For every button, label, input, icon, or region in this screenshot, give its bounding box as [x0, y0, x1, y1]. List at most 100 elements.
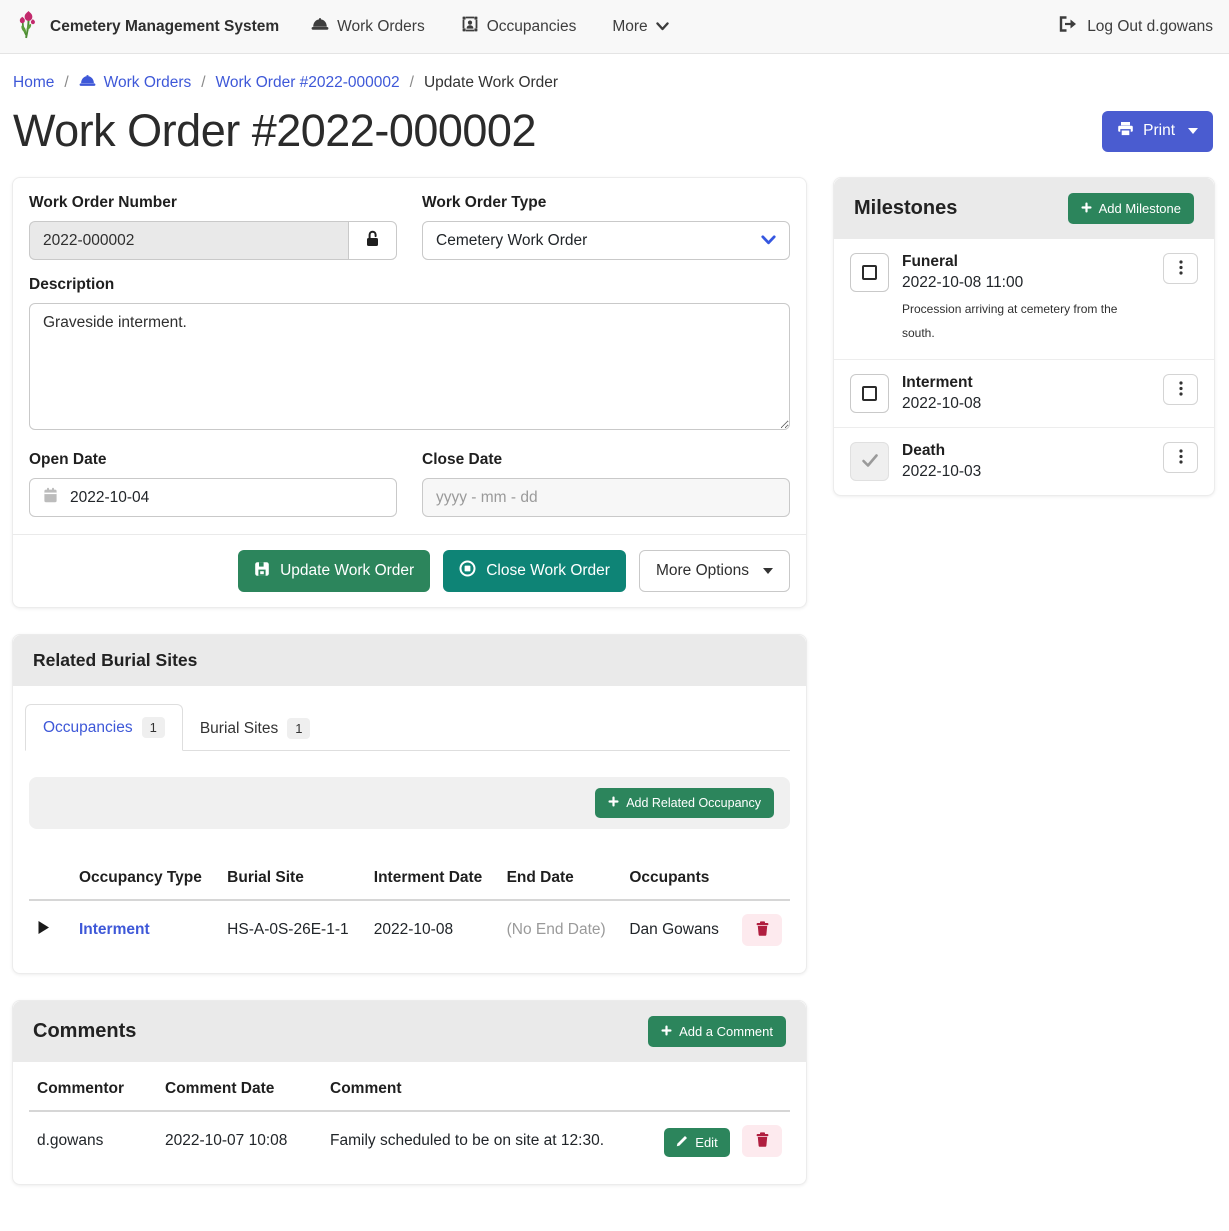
update-work-order-button[interactable]: Update Work Order: [238, 550, 430, 592]
add-comment-button[interactable]: Add a Comment: [648, 1016, 786, 1047]
kebab-icon: [1179, 449, 1183, 467]
description-textarea[interactable]: Graveside interment.: [29, 303, 790, 430]
calendar-icon: [43, 487, 58, 508]
print-label: Print: [1143, 122, 1175, 140]
related-burial-sites-card: Related Burial Sites Occupancies 1 Buria…: [12, 634, 807, 974]
checkbox-empty-icon: [862, 265, 877, 280]
add-milestone-button[interactable]: Add Milestone: [1068, 193, 1194, 224]
comments-card: Comments Add a Comment Commentor Comment…: [12, 1000, 807, 1185]
occupancies-table: Occupancy Type Burial Site Interment Dat…: [29, 857, 790, 959]
work-order-number-label: Work Order Number: [29, 194, 397, 212]
plus-icon: [608, 796, 619, 810]
milestone-item-interment: Interment 2022-10-08: [834, 360, 1214, 428]
occupants-value: Dan Gowans: [621, 900, 734, 959]
nav-more-label: More: [612, 18, 647, 36]
table-row: Interment HS-A-0S-26E-1-1 2022-10-08 (No…: [29, 900, 790, 959]
breadcrumb: Home / Work Orders / Work Order #2022-00…: [0, 54, 1229, 93]
trash-icon: [756, 1132, 769, 1150]
description-field: Description Graveside interment.: [29, 276, 790, 435]
breadcrumb-separator: /: [201, 74, 205, 92]
related-burial-sites-header: Related Burial Sites: [13, 635, 806, 686]
milestone-description: Procession arriving at cemetery from the…: [902, 297, 1127, 345]
nav-occupancies[interactable]: Occupancies: [461, 15, 577, 38]
col-comment: Comment: [322, 1068, 635, 1111]
open-date-field: Open Date 2022-10-04: [29, 451, 397, 517]
portrait-icon: [461, 15, 479, 38]
expand-column-header: [29, 857, 71, 900]
occupancy-link[interactable]: Interment: [79, 921, 150, 938]
work-order-number-input[interactable]: 2022-000002: [29, 221, 348, 260]
milestone-checkbox[interactable]: [850, 253, 889, 292]
description-label: Description: [29, 276, 790, 294]
nav-work-orders-label: Work Orders: [337, 18, 425, 36]
col-comment-date: Comment Date: [157, 1068, 322, 1111]
edit-comment-button[interactable]: Edit: [664, 1128, 729, 1157]
nav-more[interactable]: More: [612, 18, 668, 36]
trash-icon: [756, 921, 769, 939]
page-header: Work Order #2022-000002 Print: [0, 93, 1229, 177]
col-burial-site: Burial Site: [219, 857, 366, 900]
save-icon: [254, 561, 270, 582]
kebab-icon: [1179, 260, 1183, 278]
printer-icon: [1117, 121, 1134, 142]
form-footer: Update Work Order Close Work Order More …: [13, 534, 806, 607]
milestone-title: Funeral: [902, 253, 1150, 271]
milestone-checkbox[interactable]: [850, 374, 889, 413]
milestone-item-death: Death 2022-10-03: [834, 428, 1214, 495]
close-work-order-button[interactable]: Close Work Order: [443, 550, 626, 592]
logout-button[interactable]: Log Out d.gowans: [1059, 16, 1213, 37]
col-interment-date: Interment Date: [366, 857, 499, 900]
page: Cemetery Management System Work Orders: [0, 0, 1229, 1231]
delete-occupancy-button[interactable]: [742, 914, 782, 946]
col-occupants: Occupants: [621, 857, 734, 900]
breadcrumb-work-order-number[interactable]: Work Order #2022-000002: [216, 74, 400, 92]
add-related-occupancy-button[interactable]: Add Related Occupancy: [595, 788, 774, 818]
add-comment-label: Add a Comment: [679, 1024, 773, 1039]
milestone-menu-button[interactable]: [1163, 374, 1198, 405]
delete-comment-button[interactable]: [742, 1125, 782, 1157]
close-date-input[interactable]: [422, 478, 790, 517]
tab-occupancies[interactable]: Occupancies 1: [25, 704, 183, 751]
milestone-menu-button[interactable]: [1163, 253, 1198, 284]
work-order-type-label: Work Order Type: [422, 194, 790, 212]
breadcrumb-home[interactable]: Home: [13, 74, 54, 92]
app-brand[interactable]: Cemetery Management System: [16, 10, 279, 44]
print-button[interactable]: Print: [1102, 111, 1213, 152]
plus-icon: [1081, 201, 1092, 216]
main-column: Work Order Number 2022-000002: [12, 177, 807, 1211]
end-date-value: (No End Date): [499, 900, 622, 959]
milestone-title: Interment: [902, 374, 1150, 392]
breadcrumb-separator: /: [64, 74, 68, 92]
breadcrumb-separator: /: [410, 74, 414, 92]
breadcrumb-work-orders[interactable]: Work Orders: [79, 73, 192, 93]
open-date-value: 2022-10-04: [70, 489, 149, 507]
side-column: Milestones Add Milestone Funeral 2022-10…: [833, 177, 1215, 522]
lock-open-icon: [365, 230, 380, 252]
nav-links: Work Orders Occupancies M: [311, 15, 669, 38]
tab-burial-sites[interactable]: Burial Sites 1: [183, 706, 328, 751]
milestone-checkbox-checked[interactable]: [850, 442, 889, 481]
milestones-card: Milestones Add Milestone Funeral 2022-10…: [833, 177, 1215, 496]
expand-row-icon[interactable]: [37, 922, 50, 939]
burial-sites-count-badge: 1: [287, 718, 310, 739]
related-burial-sites-title: Related Burial Sites: [33, 650, 197, 671]
circle-stop-icon: [459, 560, 476, 582]
chevron-down-icon: [1188, 128, 1198, 134]
nav-work-orders[interactable]: Work Orders: [311, 16, 425, 37]
lock-toggle-button[interactable]: [348, 221, 397, 260]
hard-hat-icon: [79, 73, 96, 93]
comments-header: Comments Add a Comment: [13, 1001, 806, 1062]
open-date-input[interactable]: 2022-10-04: [29, 478, 397, 517]
add-milestone-label: Add Milestone: [1099, 201, 1181, 216]
pencil-icon: [676, 1135, 688, 1150]
actions-column-header: [635, 1068, 790, 1111]
close-date-label: Close Date: [422, 451, 790, 469]
col-commentor: Commentor: [29, 1068, 157, 1111]
milestone-date: 2022-10-08 11:00: [902, 274, 1150, 292]
chevron-down-icon: [761, 232, 776, 250]
milestone-date: 2022-10-08: [902, 395, 1150, 413]
more-options-button[interactable]: More Options: [639, 550, 790, 592]
comments-title: Comments: [33, 1020, 136, 1043]
milestone-menu-button[interactable]: [1163, 442, 1198, 473]
work-order-type-select[interactable]: Cemetery Work Order: [422, 221, 790, 260]
